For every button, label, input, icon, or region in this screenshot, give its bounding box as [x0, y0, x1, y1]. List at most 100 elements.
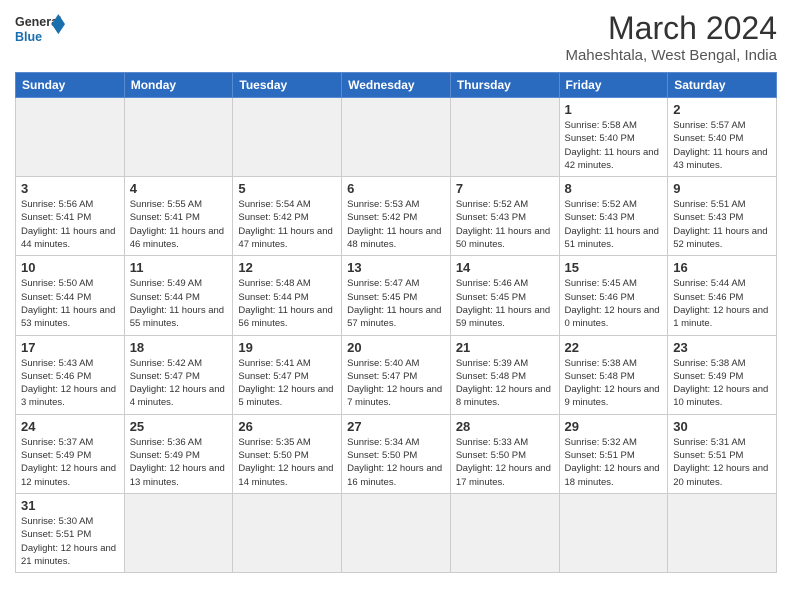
calendar-cell	[450, 98, 559, 177]
day-number: 4	[130, 181, 228, 196]
calendar-cell: 2 Sunrise: 5:57 AMSunset: 5:40 PMDaylight…	[668, 98, 777, 177]
calendar-week-1: 1Sunrise: 5:58 AMSunset: 5:40 PMDaylight…	[16, 98, 777, 177]
calendar-week-4: 17 Sunrise: 5:43 AMSunset: 5:46 PMDayligh…	[16, 335, 777, 414]
day-number: 6	[347, 181, 445, 196]
day-number: 24	[21, 419, 119, 434]
header-thursday: Thursday	[450, 73, 559, 98]
calendar-cell: 10Sunrise: 5:50 AMSunset: 5:44 PMDayligh…	[16, 256, 125, 335]
calendar-cell	[342, 98, 451, 177]
calendar-cell: 8Sunrise: 5:52 AMSunset: 5:43 PMDaylight…	[559, 177, 668, 256]
day-info: Sunrise: 5:31 AMSunset: 5:51 PMDaylight:…	[673, 436, 771, 489]
day-info: Sunrise: 5:52 AMSunset: 5:43 PMDaylight:…	[565, 198, 663, 251]
calendar-cell: 1Sunrise: 5:58 AMSunset: 5:40 PMDaylight…	[559, 98, 668, 177]
calendar-cell: 29 Sunrise: 5:32 AMSunset: 5:51 PMDayligh…	[559, 414, 668, 493]
day-number: 13	[347, 260, 445, 275]
day-number: 21	[456, 340, 554, 355]
calendar-week-5: 24Sunrise: 5:37 AMSunset: 5:49 PMDayligh…	[16, 414, 777, 493]
svg-text:Blue: Blue	[15, 30, 42, 44]
day-number: 1	[565, 102, 663, 117]
day-info: Sunrise: 5:40 AMSunset: 5:47 PMDaylight:…	[347, 357, 445, 410]
generalblue-logo-icon: General Blue	[15, 10, 65, 50]
calendar-cell: 7 Sunrise: 5:52 AMSunset: 5:43 PMDaylight…	[450, 177, 559, 256]
day-number: 19	[238, 340, 336, 355]
day-number: 7	[456, 181, 554, 196]
calendar-cell: 12 Sunrise: 5:48 AMSunset: 5:44 PMDayligh…	[233, 256, 342, 335]
header: General Blue March 2024 Maheshtala, West…	[15, 10, 777, 64]
calendar-cell	[450, 493, 559, 572]
day-info: Sunrise: 5:44 AMSunset: 5:46 PMDaylight:…	[673, 277, 771, 330]
title-area: March 2024 Maheshtala, West Bengal, Indi…	[565, 10, 777, 64]
day-number: 28	[456, 419, 554, 434]
month-title: March 2024	[565, 10, 777, 47]
day-info: Sunrise: 5:38 AMSunset: 5:48 PMDaylight:…	[565, 357, 663, 410]
header-sunday: Sunday	[16, 73, 125, 98]
calendar-cell: 20 Sunrise: 5:40 AMSunset: 5:47 PMDayligh…	[342, 335, 451, 414]
day-number: 14	[456, 260, 554, 275]
day-info: Sunrise: 5:34 AMSunset: 5:50 PMDaylight:…	[347, 436, 445, 489]
calendar-cell: 16 Sunrise: 5:44 AMSunset: 5:46 PMDayligh…	[668, 256, 777, 335]
day-number: 20	[347, 340, 445, 355]
header-saturday: Saturday	[668, 73, 777, 98]
day-info: Sunrise: 5:45 AMSunset: 5:46 PMDaylight:…	[565, 277, 663, 330]
day-number: 17	[21, 340, 119, 355]
day-number: 29	[565, 419, 663, 434]
day-info: Sunrise: 5:49 AMSunset: 5:44 PMDaylight:…	[130, 277, 228, 330]
header-monday: Monday	[124, 73, 233, 98]
day-number: 30	[673, 419, 771, 434]
calendar-cell: 5Sunrise: 5:54 AMSunset: 5:42 PMDaylight…	[233, 177, 342, 256]
calendar-cell: 30 Sunrise: 5:31 AMSunset: 5:51 PMDayligh…	[668, 414, 777, 493]
day-info: Sunrise: 5:48 AMSunset: 5:44 PMDaylight:…	[238, 277, 336, 330]
calendar-cell: 9Sunrise: 5:51 AMSunset: 5:43 PMDaylight…	[668, 177, 777, 256]
day-info: Sunrise: 5:42 AMSunset: 5:47 PMDaylight:…	[130, 357, 228, 410]
calendar-cell: 14 Sunrise: 5:46 AMSunset: 5:45 PMDayligh…	[450, 256, 559, 335]
day-number: 16	[673, 260, 771, 275]
calendar-cell: 31Sunrise: 5:30 AMSunset: 5:51 PMDayligh…	[16, 493, 125, 572]
calendar-cell: 26Sunrise: 5:35 AMSunset: 5:50 PMDayligh…	[233, 414, 342, 493]
day-number: 15	[565, 260, 663, 275]
calendar-cell	[124, 98, 233, 177]
calendar-cell: 17 Sunrise: 5:43 AMSunset: 5:46 PMDayligh…	[16, 335, 125, 414]
calendar-cell	[559, 493, 668, 572]
calendar-cell: 23Sunrise: 5:38 AMSunset: 5:49 PMDayligh…	[668, 335, 777, 414]
day-info: Sunrise: 5:57 AMSunset: 5:40 PMDaylight:…	[673, 119, 771, 172]
day-number: 10	[21, 260, 119, 275]
calendar-table: SundayMondayTuesdayWednesdayThursdayFrid…	[15, 72, 777, 573]
header-wednesday: Wednesday	[342, 73, 451, 98]
calendar-cell	[342, 493, 451, 572]
day-info: Sunrise: 5:46 AMSunset: 5:45 PMDaylight:…	[456, 277, 554, 330]
day-info: Sunrise: 5:32 AMSunset: 5:51 PMDaylight:…	[565, 436, 663, 489]
day-info: Sunrise: 5:38 AMSunset: 5:49 PMDaylight:…	[673, 357, 771, 410]
calendar-cell: 18 Sunrise: 5:42 AMSunset: 5:47 PMDayligh…	[124, 335, 233, 414]
calendar-cell: 22Sunrise: 5:38 AMSunset: 5:48 PMDayligh…	[559, 335, 668, 414]
calendar-cell	[124, 493, 233, 572]
calendar-week-3: 10Sunrise: 5:50 AMSunset: 5:44 PMDayligh…	[16, 256, 777, 335]
calendar-cell: 28 Sunrise: 5:33 AMSunset: 5:50 PMDayligh…	[450, 414, 559, 493]
day-info: Sunrise: 5:52 AMSunset: 5:43 PMDaylight:…	[456, 198, 554, 251]
day-info: Sunrise: 5:39 AMSunset: 5:48 PMDaylight:…	[456, 357, 554, 410]
day-number: 31	[21, 498, 119, 513]
day-number: 12	[238, 260, 336, 275]
calendar-cell: 6 Sunrise: 5:53 AMSunset: 5:42 PMDaylight…	[342, 177, 451, 256]
calendar-cell: 3Sunrise: 5:56 AMSunset: 5:41 PMDaylight…	[16, 177, 125, 256]
calendar-cell: 11 Sunrise: 5:49 AMSunset: 5:44 PMDayligh…	[124, 256, 233, 335]
calendar-cell: 21 Sunrise: 5:39 AMSunset: 5:48 PMDayligh…	[450, 335, 559, 414]
day-number: 11	[130, 260, 228, 275]
day-number: 18	[130, 340, 228, 355]
day-number: 5	[238, 181, 336, 196]
day-info: Sunrise: 5:43 AMSunset: 5:46 PMDaylight:…	[21, 357, 119, 410]
calendar-cell	[233, 493, 342, 572]
calendar-cell	[668, 493, 777, 572]
day-number: 9	[673, 181, 771, 196]
day-number: 2	[673, 102, 771, 117]
day-info: Sunrise: 5:53 AMSunset: 5:42 PMDaylight:…	[347, 198, 445, 251]
calendar-cell: 4Sunrise: 5:55 AMSunset: 5:41 PMDaylight…	[124, 177, 233, 256]
header-tuesday: Tuesday	[233, 73, 342, 98]
calendar-cell: 19 Sunrise: 5:41 AMSunset: 5:47 PMDayligh…	[233, 335, 342, 414]
day-info: Sunrise: 5:33 AMSunset: 5:50 PMDaylight:…	[456, 436, 554, 489]
day-info: Sunrise: 5:41 AMSunset: 5:47 PMDaylight:…	[238, 357, 336, 410]
day-number: 25	[130, 419, 228, 434]
day-info: Sunrise: 5:47 AMSunset: 5:45 PMDaylight:…	[347, 277, 445, 330]
calendar-week-2: 3Sunrise: 5:56 AMSunset: 5:41 PMDaylight…	[16, 177, 777, 256]
calendar-cell	[233, 98, 342, 177]
location-title: Maheshtala, West Bengal, India	[565, 47, 777, 64]
